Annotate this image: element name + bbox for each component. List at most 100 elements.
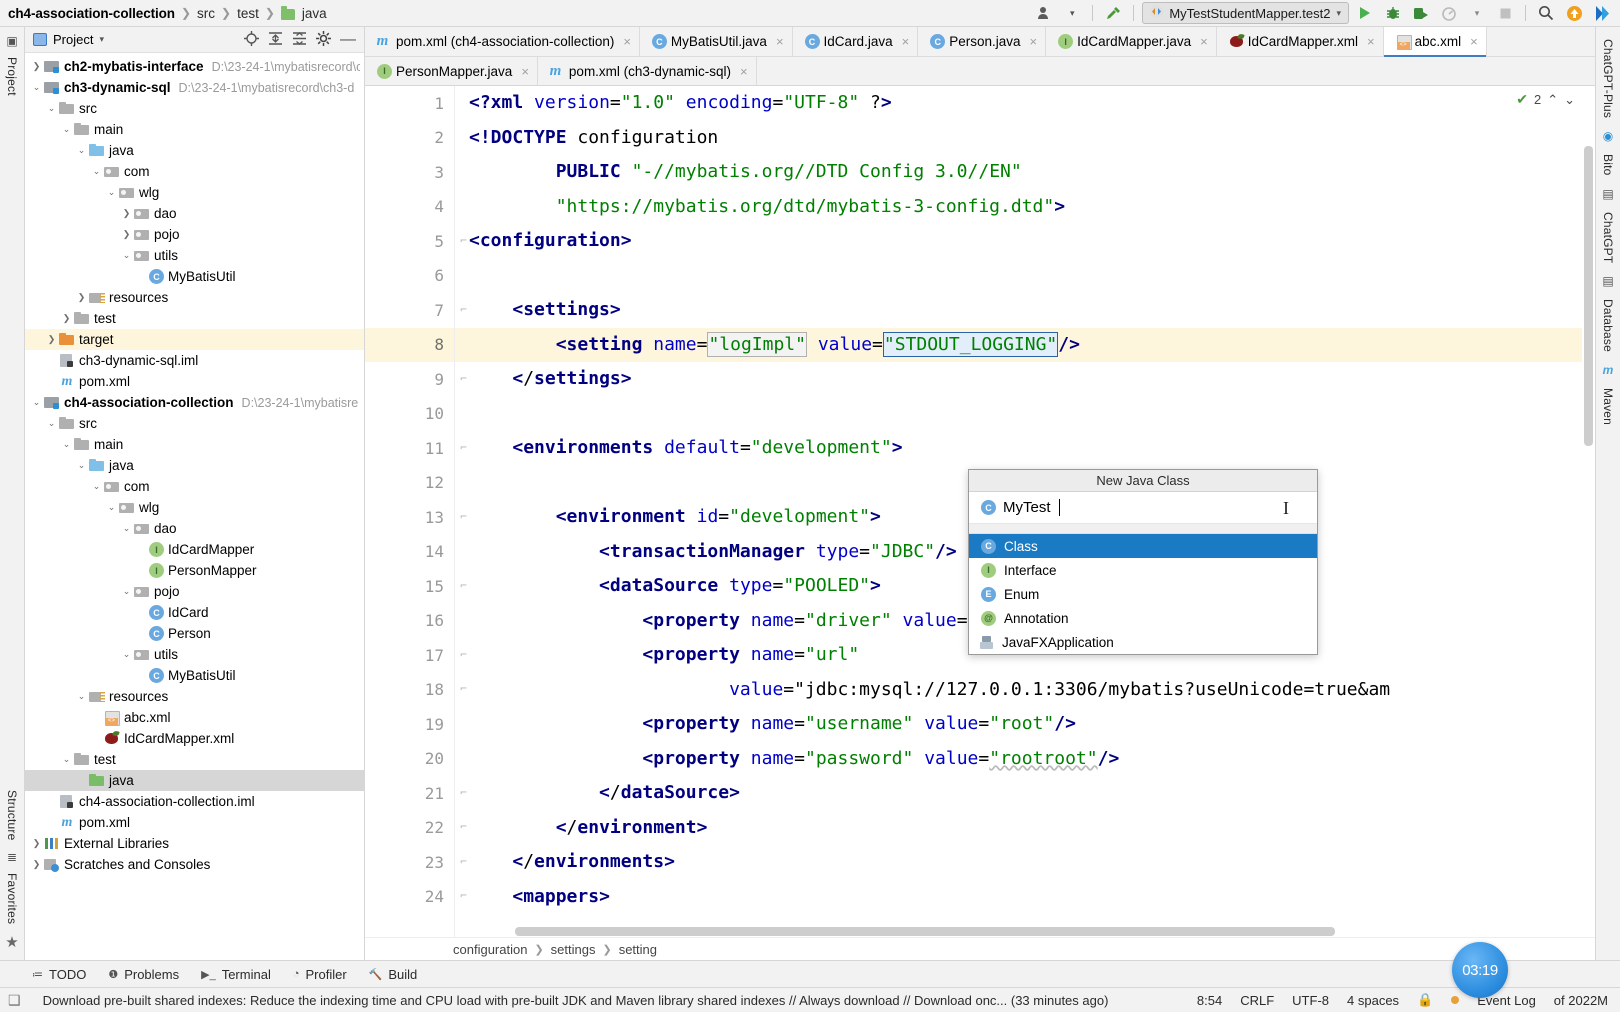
line-number-gutter[interactable]: 1 2 3 4 5 ⌐ 6 7 ⌐ 8 9 ⌐ 10 11 ⌐ 12 13 ⌐ 14 15 ⌐ 16 17 ⌐ 18 ⌐ 19 20 2… (365, 86, 467, 937)
tree-node[interactable]: ❯ target (25, 329, 364, 350)
popup-option[interactable]: @ Annotation (969, 606, 1317, 630)
search-everywhere-icon[interactable] (1534, 2, 1558, 24)
tree-node[interactable]: ❯ test (25, 308, 364, 329)
chevron-right-icon[interactable]: ❯ (31, 859, 42, 870)
rail-item-bito[interactable]: Bito (1601, 148, 1615, 181)
gutter-line[interactable]: 5 ⌐ (365, 224, 466, 259)
chevron-right-icon[interactable]: ❯ (46, 334, 57, 345)
gutter-line[interactable]: 17 ⌐ (365, 638, 467, 673)
gutter-line[interactable]: 3 (365, 155, 454, 190)
tree-node[interactable]: abc.xml (25, 707, 364, 728)
gutter-line[interactable]: 15 ⌐ (365, 569, 467, 604)
close-icon[interactable]: × (623, 34, 631, 49)
tree-node[interactable]: C Person (25, 623, 364, 644)
gutter-line[interactable]: 11 ⌐ (365, 431, 467, 466)
gutter-line[interactable]: 12 (365, 466, 454, 501)
project-tree[interactable]: ❯ ch2-mybatis-interface D:\23-24-1\mybatis… (25, 53, 364, 960)
chevron-down-icon[interactable]: ▾ (1465, 2, 1489, 24)
tree-node[interactable]: C IdCard (25, 602, 364, 623)
code-line[interactable] (469, 397, 1595, 432)
code-line[interactable]: </settings> (469, 362, 1595, 397)
gutter-line[interactable]: 6 (365, 259, 454, 294)
breadcrumb-java[interactable]: java (302, 6, 327, 21)
gutter-line[interactable]: 14 (365, 535, 454, 570)
tree-node[interactable]: ⌄ resources (25, 686, 364, 707)
file-encoding[interactable]: UTF-8 (1292, 993, 1329, 1008)
editor-horizontal-scrollbar[interactable] (455, 927, 1582, 937)
code-line[interactable]: value="jdbc:mysql://127.0.0.1:3306/mybat… (469, 673, 1595, 708)
notification-dot-icon[interactable] (1451, 996, 1460, 1004)
tree-node[interactable]: ❯ pojo (25, 224, 364, 245)
tree-node[interactable]: ❯ dao (25, 203, 364, 224)
rail-item-project[interactable]: Project (5, 51, 19, 102)
tree-node[interactable]: ❯ resources (25, 287, 364, 308)
chevron-right-icon[interactable]: ❯ (121, 229, 132, 240)
breadcrumb-setting[interactable]: setting (619, 942, 657, 957)
editor-tab[interactable]: C Person.java × (918, 27, 1047, 56)
chevron-down-icon[interactable]: ▾ (1336, 8, 1341, 19)
chevron-right-icon[interactable]: ❯ (61, 313, 72, 324)
gutter-line[interactable]: 18 ⌐ (365, 673, 467, 708)
lock-icon[interactable]: 🔒 (1417, 992, 1433, 1008)
tree-node[interactable]: ⌄ wlg (25, 182, 364, 203)
gutter-line[interactable]: 2 (365, 121, 454, 156)
editor-tab[interactable]: IdCardMapper.xml × (1216, 27, 1384, 56)
chevron-down-icon[interactable]: ⌄ (61, 754, 72, 765)
class-name-input[interactable]: C MyTest I (969, 492, 1317, 524)
blue-chevrons-icon[interactable] (1590, 2, 1614, 24)
next-problem-icon[interactable]: ⌄ (1564, 92, 1575, 108)
run-with-coverage-button[interactable] (1409, 2, 1433, 24)
chevron-down-icon[interactable]: ▾ (99, 34, 104, 45)
run-button[interactable] (1353, 2, 1377, 24)
close-icon[interactable]: × (740, 64, 748, 79)
scrollbar-thumb[interactable] (515, 927, 1335, 936)
user-avatar-icon[interactable] (1032, 2, 1056, 24)
breadcrumb-configuration[interactable]: configuration (453, 942, 527, 957)
tree-node[interactable]: ch3-dynamic-sql.iml (25, 350, 364, 371)
chevron-down-icon[interactable]: ⌄ (91, 481, 102, 492)
code-line[interactable]: "https://mybatis.org/dtd/mybatis-3-confi… (469, 190, 1595, 225)
gutter-line[interactable]: 4 (365, 190, 454, 225)
settings-gear-icon[interactable] (316, 30, 331, 49)
breadcrumb-test[interactable]: test (237, 6, 259, 21)
tree-node[interactable]: m pom.xml (25, 371, 364, 392)
tree-node[interactable]: ⌄ wlg (25, 497, 364, 518)
chevron-down-icon[interactable]: ⌄ (61, 124, 72, 135)
gutter-line[interactable]: 7 ⌐ (365, 293, 466, 328)
gutter-line[interactable]: 13 ⌐ (365, 500, 467, 535)
rail-item-chatgpt[interactable]: ChatGPT (1601, 206, 1615, 269)
tool-window-button[interactable]: 🔨 Build (369, 967, 418, 982)
stop-button[interactable] (1493, 2, 1517, 24)
popup-option[interactable]: I Interface (969, 558, 1317, 582)
notification-icon[interactable]: ❑ (8, 992, 21, 1009)
tree-node[interactable]: ⌄ src (25, 98, 364, 119)
close-icon[interactable]: × (1029, 34, 1037, 49)
close-icon[interactable]: × (1200, 34, 1208, 49)
status-message[interactable]: Download pre-built shared indexes: Reduc… (43, 993, 1109, 1008)
tree-node[interactable]: ⌄ src (25, 413, 364, 434)
debug-button[interactable] (1381, 2, 1405, 24)
tree-node[interactable]: ⌄ main (25, 119, 364, 140)
chevron-down-icon[interactable]: ▾ (1060, 2, 1084, 24)
editor-tab[interactable]: C IdCard.java × (792, 27, 919, 56)
editor-vertical-scrollbar[interactable] (1582, 86, 1595, 937)
gutter-line[interactable]: 19 (365, 707, 454, 742)
rail-item-database[interactable]: Database (1601, 293, 1615, 358)
code-line[interactable]: <?xml version="1.0" encoding="UTF-8" ?> (469, 86, 1595, 121)
code-line[interactable] (469, 259, 1595, 294)
chevron-right-icon[interactable]: ❯ (31, 61, 42, 72)
gutter-line[interactable]: 16 (365, 604, 454, 639)
chevron-down-icon[interactable]: ⌄ (121, 250, 132, 261)
code-line[interactable]: </environment> (469, 811, 1595, 846)
tree-node[interactable]: IdCardMapper.xml (25, 728, 364, 749)
chevron-down-icon[interactable]: ⌄ (31, 82, 42, 93)
profiler-button[interactable] (1437, 2, 1461, 24)
close-icon[interactable]: × (1470, 34, 1478, 49)
gutter-line[interactable]: 20 (365, 742, 454, 777)
caret-position[interactable]: 8:54 (1197, 993, 1222, 1008)
editor-tab[interactable]: m pom.xml (ch4-association-collection) × (365, 27, 640, 56)
locate-icon[interactable] (244, 30, 259, 49)
code-line[interactable]: </environments> (469, 845, 1595, 880)
chevron-down-icon[interactable]: ⌄ (46, 418, 57, 429)
popup-option[interactable]: E Enum (969, 582, 1317, 606)
